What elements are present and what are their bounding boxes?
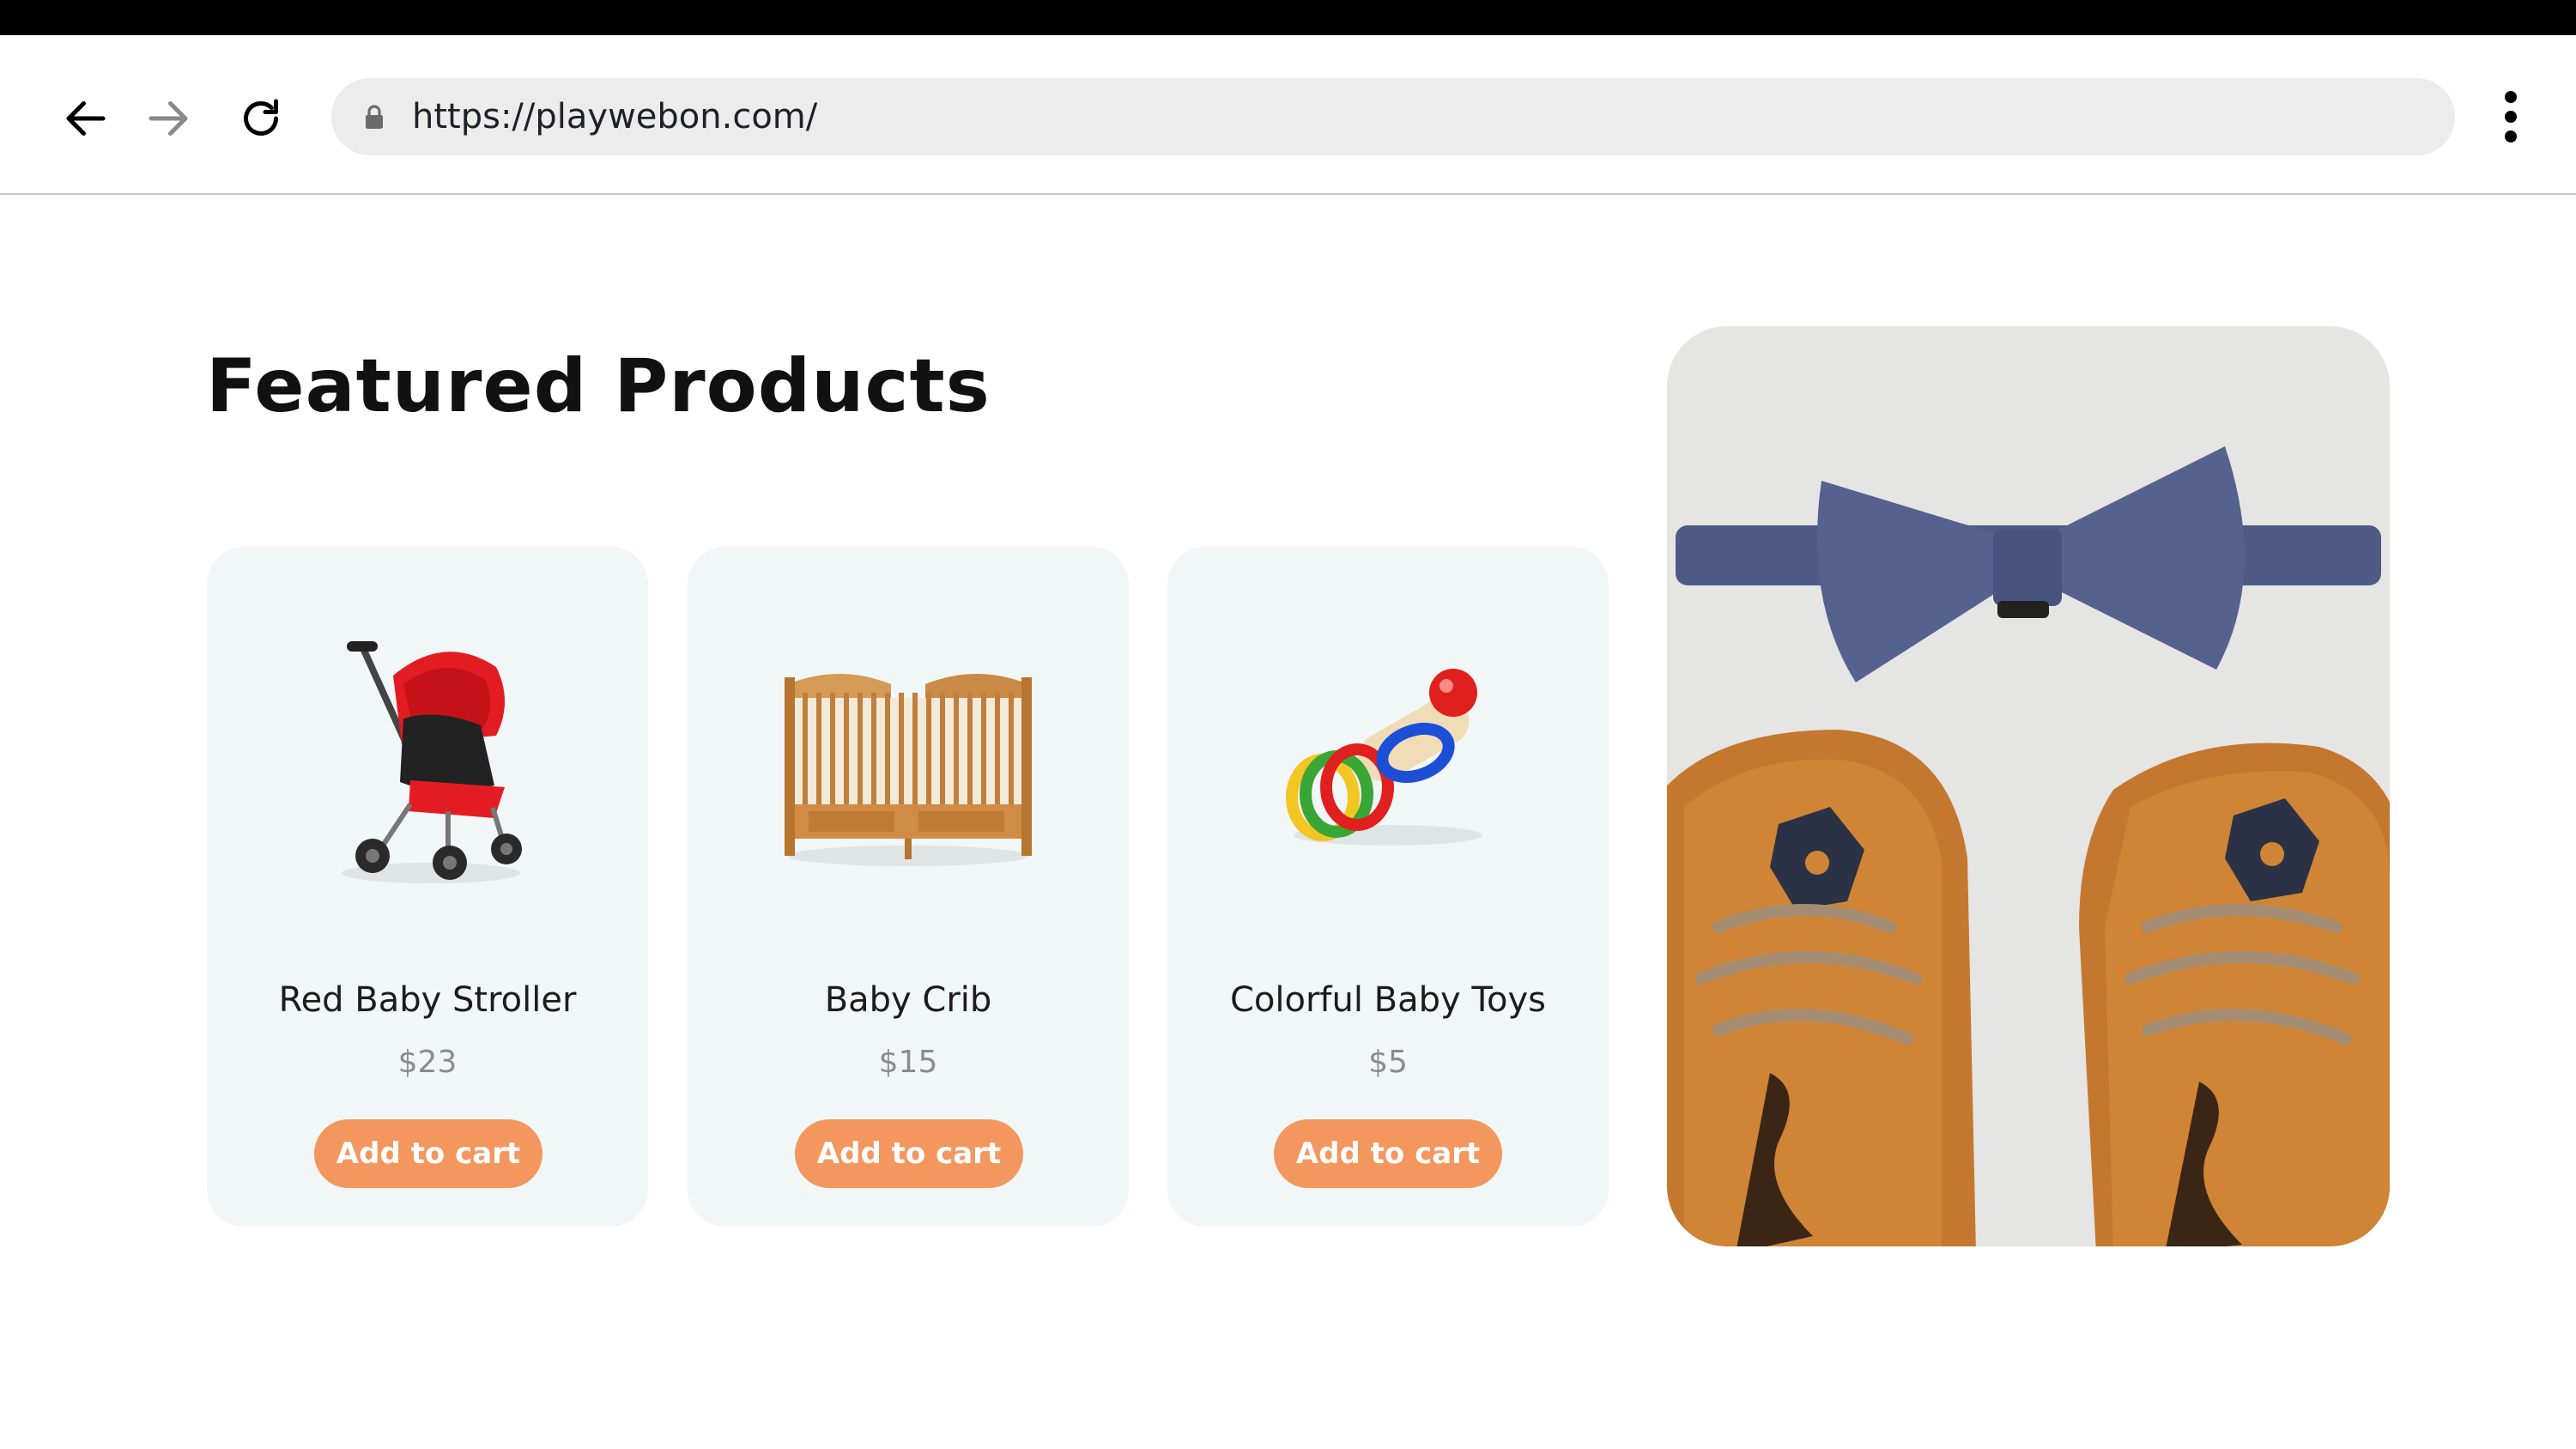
product-price: $15 xyxy=(878,1045,938,1080)
hero-image xyxy=(1667,326,2390,1246)
arrow-right-icon xyxy=(148,101,188,136)
add-to-cart-button[interactable]: Add to cart xyxy=(314,1119,542,1188)
browser-menu-button[interactable] xyxy=(2489,82,2532,151)
product-name: Colorful Baby Toys xyxy=(1229,980,1547,1020)
rings-toy-image xyxy=(1286,669,1482,846)
back-button[interactable] xyxy=(53,86,118,151)
product-card: Red Baby Stroller $23 Add to cart xyxy=(207,547,648,1227)
add-to-cart-button[interactable]: Add to cart xyxy=(1274,1119,1502,1188)
lock-icon xyxy=(366,105,383,129)
add-to-cart-button[interactable]: Add to cart xyxy=(795,1119,1023,1188)
arrow-left-icon xyxy=(66,101,106,136)
product-price: $5 xyxy=(1368,1045,1408,1080)
status-bar xyxy=(0,0,2576,35)
product-card: Colorful Baby Toys $5 Add to cart xyxy=(1167,547,1609,1227)
address-bar[interactable]: https://playwebon.com/ xyxy=(331,78,2455,155)
reload-button[interactable] xyxy=(228,86,294,151)
crib-image xyxy=(785,674,1032,866)
forward-button[interactable] xyxy=(136,86,201,151)
more-vertical-icon xyxy=(2505,91,2517,103)
product-name: Baby Crib xyxy=(824,980,992,1020)
url-text[interactable]: https://playwebon.com/ xyxy=(412,78,817,155)
product-name: Red Baby Stroller xyxy=(278,980,577,1020)
browser-toolbar: https://playwebon.com/ xyxy=(0,35,2576,195)
bow-tie-and-shoes-photo xyxy=(1667,326,2390,1246)
product-price: $23 xyxy=(397,1045,458,1080)
page-title: Featured Products xyxy=(206,343,991,429)
product-card: Baby Crib $15 Add to cart xyxy=(688,547,1129,1227)
reload-icon xyxy=(244,99,278,136)
stroller-image xyxy=(342,641,522,883)
